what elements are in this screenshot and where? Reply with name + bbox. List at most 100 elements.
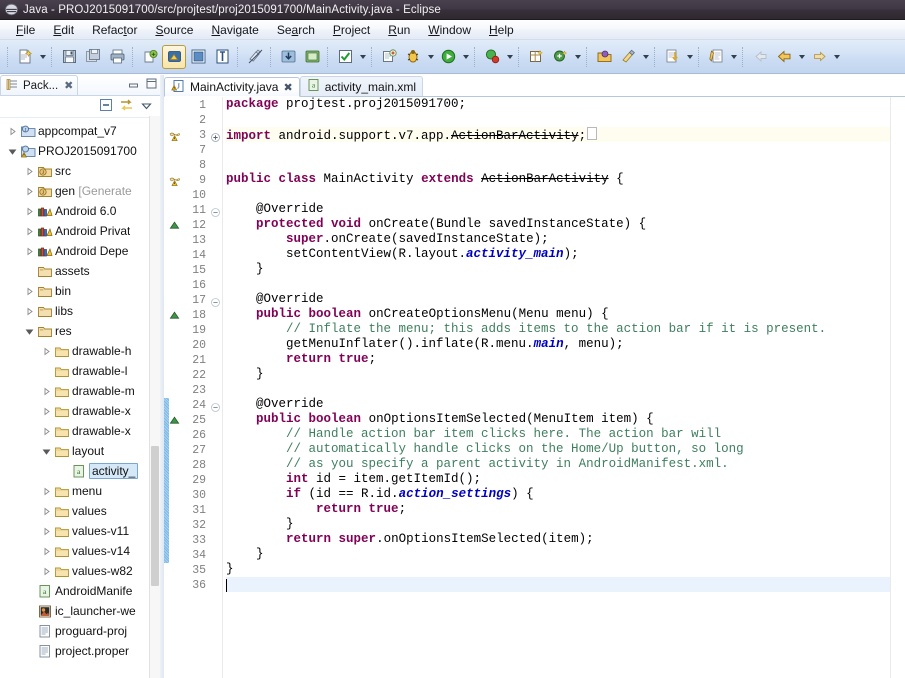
toggle-mark-occurrences-icon[interactable] (243, 45, 267, 69)
package-explorer-scrollbar[interactable] (149, 116, 160, 678)
code-line[interactable]: public class MainActivity extends Action… (226, 172, 890, 187)
tree-item[interactable]: a AndroidManife (0, 581, 160, 601)
tree-item[interactable]: Jappcompat_v7 (0, 121, 160, 141)
back-icon[interactable] (772, 45, 796, 69)
tree-twisty-closed-icon[interactable] (40, 567, 53, 576)
code-line[interactable]: } (226, 262, 890, 277)
override-method-marker-icon[interactable] (169, 413, 180, 428)
code-line[interactable]: int id = item.getItemId(); (226, 472, 890, 487)
tree-twisty-closed-icon[interactable] (6, 127, 19, 136)
fold-expand-icon[interactable] (211, 131, 220, 142)
export-icon[interactable] (300, 45, 324, 69)
new-class-dropdown-arrow[interactable] (572, 46, 583, 68)
code-line[interactable] (226, 112, 890, 127)
scrollbar-thumb[interactable] (151, 446, 159, 586)
tree-item[interactable]: Android Depe (0, 241, 160, 261)
new-wizard-dropdown-arrow[interactable] (37, 46, 48, 68)
menu-source[interactable]: Source (146, 20, 202, 40)
tree-item[interactable]: values-v14 (0, 541, 160, 561)
menu-file[interactable]: File (7, 20, 44, 40)
tree-twisty-closed-icon[interactable] (40, 487, 53, 496)
code-line[interactable]: getMenuInflater().inflate(R.menu.main, m… (226, 337, 890, 352)
search-dropdown-arrow[interactable] (640, 46, 651, 68)
tree-twisty-closed-icon[interactable] (23, 207, 36, 216)
tree-item[interactable]: menu (0, 481, 160, 501)
tree-item[interactable]: PROJ2015091700 (0, 141, 160, 161)
menu-search[interactable]: Search (268, 20, 324, 40)
code-line[interactable]: @Override (226, 397, 890, 412)
folding-ruler[interactable] (209, 97, 223, 678)
new-android-project-icon[interactable] (138, 45, 162, 69)
menu-navigate[interactable]: Navigate (202, 20, 267, 40)
tree-item[interactable]: Android Privat (0, 221, 160, 241)
maximize-icon[interactable] (145, 77, 158, 90)
code-line[interactable]: package projtest.proj2015091700; (226, 97, 890, 112)
fold-collapse-icon[interactable] (211, 401, 220, 412)
code-line[interactable]: return true; (226, 502, 890, 517)
tree-twisty-closed-icon[interactable] (23, 287, 36, 296)
code-line[interactable]: // automatically handle clicks on the Ho… (226, 442, 890, 457)
tree-twisty-closed-icon[interactable] (23, 167, 36, 176)
tree-item[interactable]: drawable-x (0, 421, 160, 441)
tree-twisty-open-icon[interactable] (6, 147, 19, 156)
code-line[interactable] (226, 277, 890, 292)
debug-icon[interactable] (401, 45, 425, 69)
tree-twisty-closed-icon[interactable] (23, 307, 36, 316)
save-all-icon[interactable] (81, 45, 105, 69)
tree-item[interactable]: bin (0, 281, 160, 301)
lint-warnings-icon[interactable] (210, 45, 234, 69)
override-method-marker-icon[interactable] (169, 308, 180, 323)
tree-item[interactable]: values-w82 (0, 561, 160, 581)
collapse-all-icon[interactable] (99, 98, 113, 115)
tree-item[interactable]: res (0, 321, 160, 341)
new-java-project-icon[interactable] (377, 45, 401, 69)
debug-dropdown-arrow[interactable] (425, 46, 436, 68)
external-tools-icon[interactable] (480, 45, 504, 69)
tree-item[interactable]: drawable-l (0, 361, 160, 381)
code-line[interactable]: } (226, 547, 890, 562)
tab-activity-main-xml[interactable]: a activity_main.xml (299, 76, 424, 96)
code-line[interactable]: public boolean onOptionsItemSelected(Men… (226, 412, 890, 427)
menu-help[interactable]: Help (480, 20, 523, 40)
close-icon[interactable]: ✖ (283, 81, 292, 94)
code-line[interactable]: return super.onOptionsItemSelected(item)… (226, 532, 890, 547)
tree-twisty-closed-icon[interactable] (40, 427, 53, 436)
tree-item[interactable]: libs (0, 301, 160, 321)
override-method-marker-icon[interactable] (169, 218, 180, 233)
tree-item[interactable]: ic_launcher-we (0, 601, 160, 621)
open-type-icon[interactable] (592, 45, 616, 69)
code-line[interactable]: setContentView(R.layout.activity_main); (226, 247, 890, 262)
menu-window[interactable]: Window (419, 20, 480, 40)
overview-ruler[interactable] (890, 97, 905, 678)
fold-collapse-icon[interactable] (211, 296, 220, 307)
menu-run[interactable]: Run (379, 20, 419, 40)
tree-item[interactable]: drawable-x (0, 401, 160, 421)
link-with-editor-icon[interactable] (119, 98, 134, 115)
code-line[interactable]: super.onCreate(savedInstanceState); (226, 232, 890, 247)
code-line[interactable]: } (226, 517, 890, 532)
back-dropdown-arrow[interactable] (796, 46, 807, 68)
minimize-icon[interactable] (127, 77, 140, 90)
code-line[interactable]: protected void onCreate(Bundle savedInst… (226, 217, 890, 232)
tree-item[interactable]: Android 6.0 (0, 201, 160, 221)
new-wizard-icon[interactable] (13, 45, 37, 69)
code-line[interactable] (226, 187, 890, 202)
print-icon[interactable] (105, 45, 129, 69)
validate-dropdown-arrow[interactable] (357, 46, 368, 68)
code-line[interactable]: } (226, 367, 890, 382)
tree-item[interactable]: assets (0, 261, 160, 281)
tree-item[interactable]: drawable-h (0, 341, 160, 361)
next-annotation-dropdown-arrow[interactable] (684, 46, 695, 68)
tree-item[interactable]: values-v11 (0, 521, 160, 541)
code-line[interactable]: } (226, 562, 890, 577)
forward-icon[interactable] (807, 45, 831, 69)
code-line[interactable] (226, 577, 890, 592)
tree-twisty-open-icon[interactable] (23, 327, 36, 336)
tree-twisty-closed-icon[interactable] (40, 507, 53, 516)
tab-mainactivity-java[interactable]: J MainActivity.java ✖ (164, 77, 300, 97)
import-icon[interactable] (276, 45, 300, 69)
tree-twisty-closed-icon[interactable] (23, 187, 36, 196)
tree-item[interactable]: proguard-proj (0, 621, 160, 641)
run-icon[interactable] (436, 45, 460, 69)
forward-dropdown-arrow[interactable] (831, 46, 842, 68)
